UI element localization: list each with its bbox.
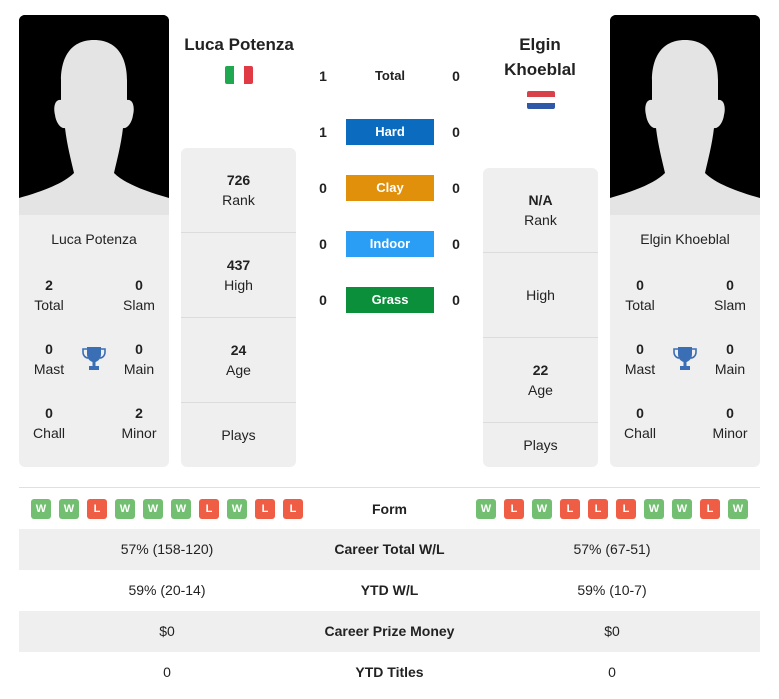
form-badges-right: WLWLLLWWLW: [476, 499, 748, 519]
divider: [19, 487, 760, 488]
titles-card-left: Luca Potenza 2 Total 0 Slam 0 Mast 0 Main 0C…: [19, 215, 169, 467]
titles-mast: 0 Mast: [33, 341, 65, 377]
form-badge-win[interactable]: W: [476, 499, 496, 519]
form-label: Form: [372, 501, 407, 517]
form-badge-loss[interactable]: L: [199, 499, 219, 519]
form-badge-loss[interactable]: L: [504, 499, 524, 519]
form-badge-win[interactable]: W: [532, 499, 552, 519]
titles-total: 2 Total: [34, 277, 64, 313]
trophy-icon: [82, 347, 106, 370]
stat-age: 22 Age: [483, 338, 598, 423]
form-badge-win[interactable]: W: [59, 499, 79, 519]
form-badge-win[interactable]: W: [672, 499, 692, 519]
italy-flag-icon: [225, 66, 253, 84]
form-badge-win[interactable]: W: [31, 499, 51, 519]
titles-slam: 0 Slam: [123, 277, 155, 313]
person-silhouette-icon: [19, 15, 169, 215]
stat-rank: 726 Rank: [181, 148, 296, 233]
stat-rank: N/A Rank: [483, 168, 598, 253]
form-badge-loss[interactable]: L: [588, 499, 608, 519]
titles-slam: 0 Slam: [714, 277, 746, 313]
stats-card-left: 726 Rank 437 High 24 Age Plays: [181, 148, 296, 467]
form-badge-win[interactable]: W: [171, 499, 191, 519]
form-badge-loss[interactable]: L: [283, 499, 303, 519]
titles-minor: 2 Minor: [121, 405, 157, 441]
player-name-left[interactable]: Luca Potenza: [171, 32, 307, 57]
form-badge-win[interactable]: W: [728, 499, 748, 519]
titles-chall: 0 Chall: [33, 405, 65, 441]
h2h-row-clay: 0 Clay 0: [300, 175, 480, 201]
form-badge-win[interactable]: W: [227, 499, 247, 519]
h2h-row-hard: 1 Hard 0: [300, 119, 480, 145]
form-badge-loss[interactable]: L: [616, 499, 636, 519]
comparison-row-ytd-titles: 0 YTD Titles 0: [163, 664, 616, 680]
form-badge-loss[interactable]: L: [87, 499, 107, 519]
titles-main: 0 Main: [123, 341, 155, 377]
player-name-right[interactable]: Elgin Khoeblal: [472, 32, 608, 82]
player-photo-right: [610, 15, 760, 215]
stat-high: High: [483, 253, 598, 338]
h2h-row-grass: 0 Grass 0: [300, 287, 480, 313]
comparison-row-career-wl: 57% (158-120) Career Total W/L 57% (67-5…: [19, 529, 760, 570]
stat-plays: Plays: [523, 437, 558, 453]
titles-total: 0 Total: [625, 277, 655, 313]
person-silhouette-icon: [610, 15, 760, 215]
titles-chall: 0 Chall: [624, 405, 656, 441]
form-badge-win[interactable]: W: [143, 499, 163, 519]
titles-main: 0 Main: [714, 341, 746, 377]
form-badge-win[interactable]: W: [644, 499, 664, 519]
stat-age: 24 Age: [181, 318, 296, 403]
form-badge-win[interactable]: W: [115, 499, 135, 519]
player-name-label: Elgin Khoeblal: [640, 231, 730, 247]
trophy-icon: [673, 347, 697, 370]
titles-minor: 0 Minor: [712, 405, 748, 441]
h2h-row-total: 1 Total 0: [300, 63, 480, 89]
stat-high: 437 High: [181, 233, 296, 318]
comparison-row-prize-money: $0 Career Prize Money $0: [19, 611, 760, 652]
form-badges-left: WWLWWWLWLL: [31, 499, 303, 519]
player-photo-left: [19, 15, 169, 215]
comparison-row-ytd-wl: 59% (20-14) YTD W/L 59% (10-7): [128, 582, 647, 598]
titles-card-right: Elgin Khoeblal 0 Total 0 Slam 0 Mast 0 Main …: [610, 215, 760, 467]
surface-grass-badge: Grass: [346, 287, 434, 313]
netherlands-flag-icon: [527, 91, 555, 109]
player-name-label: Luca Potenza: [51, 231, 137, 247]
form-row: WWLWWWLWLL Form WLWLLLWWLW: [19, 495, 760, 523]
form-badge-loss[interactable]: L: [700, 499, 720, 519]
surface-total-label: Total: [374, 68, 406, 83]
surface-clay-badge: Clay: [346, 175, 434, 201]
form-badge-loss[interactable]: L: [255, 499, 275, 519]
form-badge-loss[interactable]: L: [560, 499, 580, 519]
stat-plays: Plays: [221, 427, 256, 443]
surface-indoor-badge: Indoor: [346, 231, 434, 257]
titles-mast: 0 Mast: [624, 341, 656, 377]
h2h-row-indoor: 0 Indoor 0: [300, 231, 480, 257]
stats-card-right: N/A Rank High 22 Age Plays: [483, 168, 598, 467]
surface-hard-badge: Hard: [346, 119, 434, 145]
